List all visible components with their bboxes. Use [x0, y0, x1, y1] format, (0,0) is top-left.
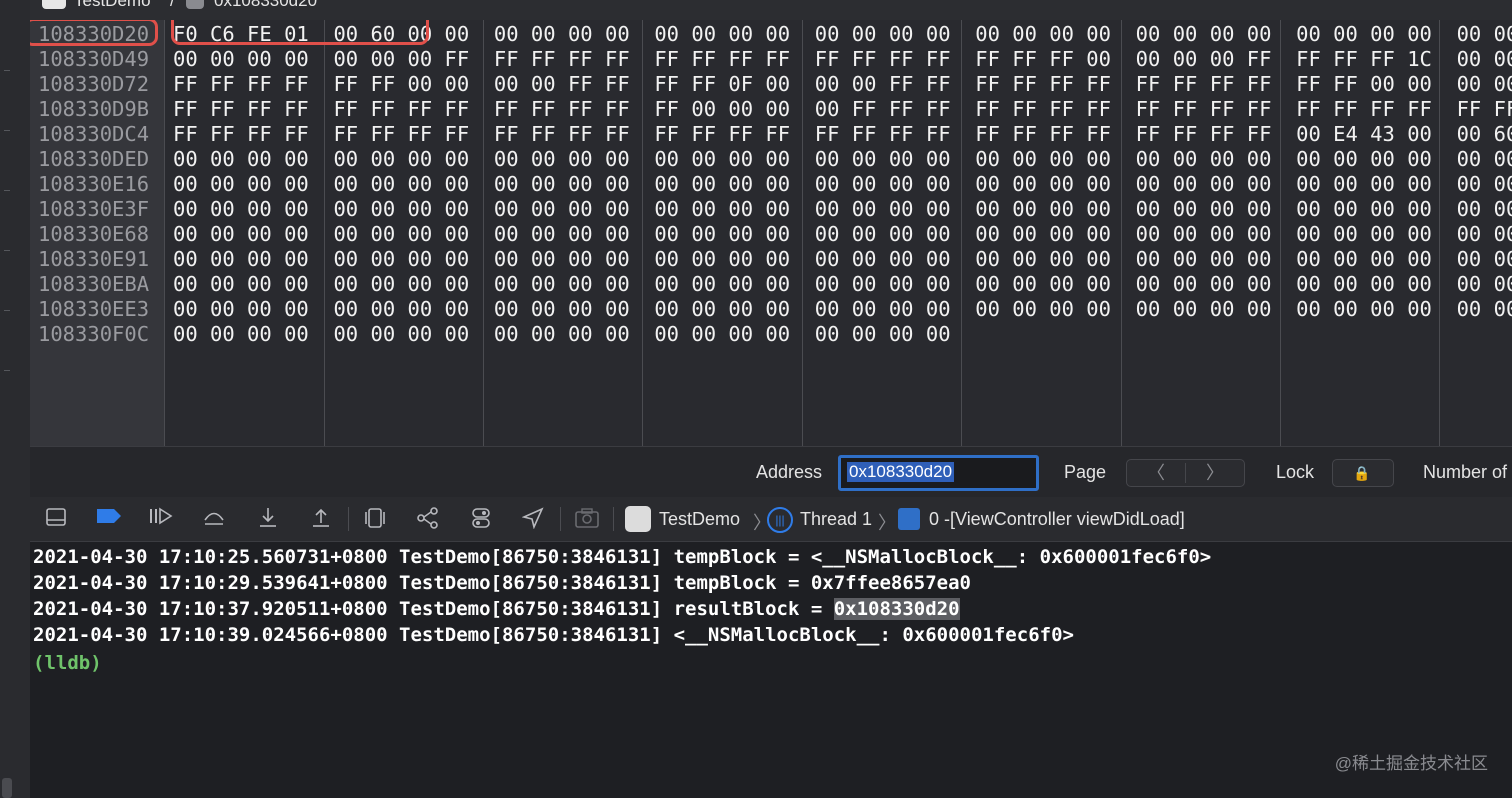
step-over-icon[interactable] — [202, 507, 226, 531]
app-icon — [42, 0, 66, 9]
view-hierarchy-icon[interactable] — [363, 507, 387, 531]
console[interactable]: 2021-04-30 17:10:25.560731+0800 TestDemo… — [30, 542, 1512, 798]
row-address: 108330E16 — [38, 172, 150, 196]
console-line-text: 2021-04-30 17:10:29.539641+0800 TestDemo… — [33, 572, 971, 594]
row-address: 108330D72 — [38, 72, 150, 96]
row-address: 108330EE3 — [38, 297, 150, 321]
app-icon — [625, 506, 651, 532]
debug-project[interactable]: TestDemo — [659, 509, 740, 530]
console-line: 2021-04-30 17:10:25.560731+0800 TestDemo… — [33, 546, 1211, 568]
environment-icon[interactable] — [469, 507, 493, 531]
console-line: 2021-04-30 17:10:29.539641+0800 TestDemo… — [33, 572, 971, 594]
gutter-tick — [4, 190, 10, 191]
row-address: 108330DED — [38, 147, 150, 171]
row-bytes[interactable]: 00 00 00 00 00 00 00 00 00 00 00 00 00 0… — [173, 322, 951, 346]
toolbar-divider — [560, 507, 561, 531]
address-annotation — [30, 20, 158, 46]
row-address: 108330E3F — [38, 197, 150, 221]
row-bytes[interactable]: 00 00 00 00 00 00 00 00 00 00 00 00 00 0… — [173, 172, 1512, 196]
gutter-tick — [4, 370, 10, 371]
selected-text[interactable]: 0x108330d20 — [833, 598, 960, 620]
row-address: 108330E68 — [38, 222, 150, 246]
row-bytes[interactable]: FF FF FF FF FF FF FF FF FF FF FF FF FF 0… — [173, 97, 1512, 121]
row-address: 108330EBA — [38, 272, 150, 296]
continue-icon[interactable] — [148, 507, 173, 531]
scrollbar-knob[interactable] — [2, 778, 12, 798]
thread-icon: ||| — [767, 507, 793, 533]
prev-page-icon[interactable]: 〈 — [1127, 460, 1185, 486]
row-bytes[interactable]: 00 00 00 00 00 00 00 00 00 00 00 00 00 0… — [173, 297, 1512, 321]
breadcrumb: TestDemo / 0x108330d20 — [30, 0, 1512, 20]
debug-thread[interactable]: Thread 1 — [800, 509, 872, 530]
row-bytes[interactable]: 00 00 00 00 00 00 00 00 00 00 00 00 00 0… — [173, 222, 1512, 246]
page-label: Page — [1064, 462, 1107, 482]
row-bytes[interactable]: FF FF FF FF FF FF FF FF FF FF FF FF FF F… — [173, 122, 1512, 146]
lock-toggle[interactable]: 🔒 — [1332, 459, 1394, 487]
chevron-right-icon: 〉 — [878, 513, 896, 533]
lock-label: Lock — [1276, 462, 1315, 482]
row-address: 108330D49 — [38, 47, 150, 71]
console-line-text: 2021-04-30 17:10:25.560731+0800 TestDemo… — [33, 546, 1212, 568]
address-field-value[interactable]: 0x108330d20 — [847, 462, 955, 482]
step-into-icon[interactable] — [256, 507, 280, 531]
debug-frame[interactable]: 0 -[ViewController viewDidLoad] — [929, 509, 1185, 530]
row-address: 108330E91 — [38, 247, 150, 271]
stack-frame-icon — [898, 508, 920, 530]
row-bytes[interactable]: 00 00 00 00 00 00 00 00 00 00 00 00 00 0… — [173, 147, 1512, 171]
memory-graph-icon[interactable] — [416, 507, 440, 531]
hide-console-icon[interactable] — [44, 507, 68, 531]
bytes-annotation — [171, 20, 429, 45]
console-line-text: 2021-04-30 17:10:37.920511+0800 TestDemo… — [33, 598, 834, 620]
breadcrumb-project[interactable]: TestDemo — [74, 0, 151, 11]
console-line-text: 2021-04-30 17:10:39.024566+0800 TestDemo… — [33, 624, 1074, 646]
gutter-tick — [4, 310, 10, 311]
row-bytes[interactable]: 00 00 00 00 00 00 00 00 00 00 00 00 00 0… — [173, 247, 1512, 271]
breakpoints-icon[interactable] — [96, 507, 121, 531]
console-line: 2021-04-30 17:10:37.920511+0800 TestDemo… — [33, 598, 960, 620]
breadcrumb-separator: / — [170, 0, 175, 10]
address-field[interactable]: 0x108330d20 — [838, 455, 1039, 491]
memory-toolbar: Address 0x108330d20 Page 〈 〉 Lock 🔒 Numb… — [30, 446, 1512, 498]
toolbar-divider — [348, 507, 349, 531]
toolbar-divider — [613, 507, 614, 531]
row-bytes[interactable]: FF FF FF FF FF FF 00 00 00 00 FF FF FF F… — [173, 72, 1512, 96]
console-line: 2021-04-30 17:10:39.024566+0800 TestDemo… — [33, 624, 1074, 646]
location-icon[interactable] — [521, 507, 545, 531]
gutter-tick — [4, 70, 10, 71]
address-label: Address — [756, 462, 823, 482]
watermark: @稀土掘金技术社区 — [1334, 754, 1488, 773]
gutter-tick — [4, 250, 10, 251]
row-bytes[interactable]: 00 00 00 00 00 00 00 00 00 00 00 00 00 0… — [173, 272, 1512, 296]
debug-bar: TestDemo 〉 ||| Thread 1 〉 0 -[ViewContro… — [30, 497, 1512, 542]
left-gutter — [0, 0, 31, 798]
row-address: 108330F0C — [38, 322, 150, 346]
row-address: 108330D9B — [38, 97, 150, 121]
memory-browser[interactable]: 108330D20 F0 C6 FE 01 00 60 00 00 00 00 … — [30, 20, 1512, 446]
row-address: 108330DC4 — [38, 122, 150, 146]
page-stepper[interactable]: 〈 〉 — [1126, 459, 1245, 487]
camera-icon[interactable] — [574, 507, 599, 531]
memory-icon — [186, 0, 204, 9]
gutter-tick — [4, 130, 10, 131]
lock-icon: 🔒 — [1353, 465, 1371, 481]
row-bytes[interactable]: 00 00 00 00 00 00 00 FF FF FF FF FF FF F… — [173, 47, 1512, 71]
next-page-icon[interactable]: 〉 — [1186, 460, 1244, 486]
lldb-prompt[interactable]: (lldb) — [33, 652, 102, 674]
step-out-icon[interactable] — [309, 507, 333, 531]
number-of-label: Number of — [1423, 462, 1508, 482]
row-bytes[interactable]: 00 00 00 00 00 00 00 00 00 00 00 00 00 0… — [173, 197, 1512, 221]
breadcrumb-memory-address[interactable]: 0x108330d20 — [214, 0, 317, 11]
